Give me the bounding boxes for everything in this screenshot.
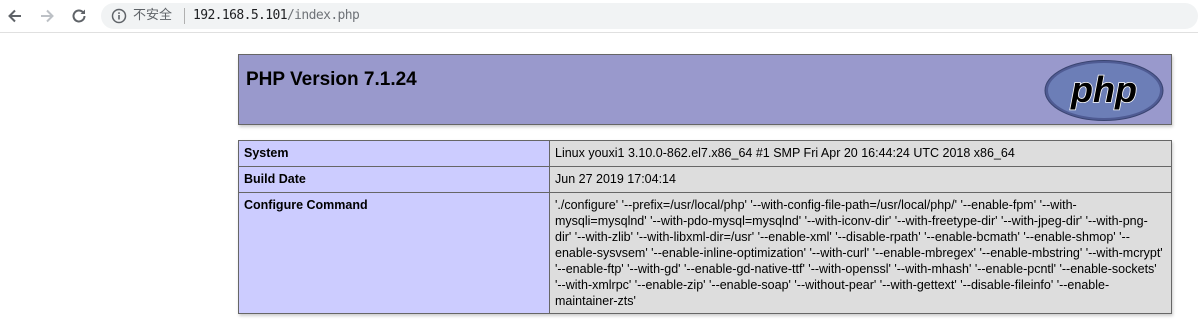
address-bar[interactable]: 不安全 192.168.5.101/index.php (101, 3, 1198, 29)
php-header: PHP Version 7.1.24 php (238, 54, 1172, 125)
url-text[interactable]: 192.168.5.101/index.php (193, 8, 360, 24)
back-arrow-icon[interactable] (4, 5, 26, 27)
table-key-cell: System (238, 140, 550, 167)
table-value-cell: Jun 27 2019 17:04:14 (549, 166, 1172, 193)
info-icon[interactable] (111, 8, 127, 24)
omnibox-divider (184, 8, 185, 24)
php-logo[interactable]: php (1043, 59, 1165, 122)
url-path: /index.php (286, 8, 360, 23)
reload-icon[interactable] (68, 5, 90, 27)
table-value-cell: Linux youxi1 3.10.0-862.el7.x86_64 #1 SM… (549, 140, 1172, 167)
php-logo-text: php (1070, 69, 1137, 110)
browser-toolbar: 不安全 192.168.5.101/index.php (0, 0, 1198, 33)
page-content: PHP Version 7.1.24 php System Linux youx… (0, 34, 1198, 320)
security-label[interactable]: 不安全 (133, 8, 172, 24)
table-row: Configure Command './configure' '--prefi… (238, 192, 1172, 314)
url-host: 192.168.5.101 (193, 8, 288, 23)
forward-arrow-icon[interactable] (36, 5, 58, 27)
table-value-cell: './configure' '--prefix=/usr/local/php' … (549, 192, 1172, 314)
table-row: Build Date Jun 27 2019 17:04:14 (238, 166, 1172, 193)
info-table: System Linux youxi1 3.10.0-862.el7.x86_6… (238, 140, 1172, 314)
table-key-cell: Configure Command (238, 192, 550, 314)
table-key-cell: Build Date (238, 166, 550, 193)
page-title: PHP Version 7.1.24 (246, 69, 417, 90)
table-row: System Linux youxi1 3.10.0-862.el7.x86_6… (238, 140, 1172, 167)
